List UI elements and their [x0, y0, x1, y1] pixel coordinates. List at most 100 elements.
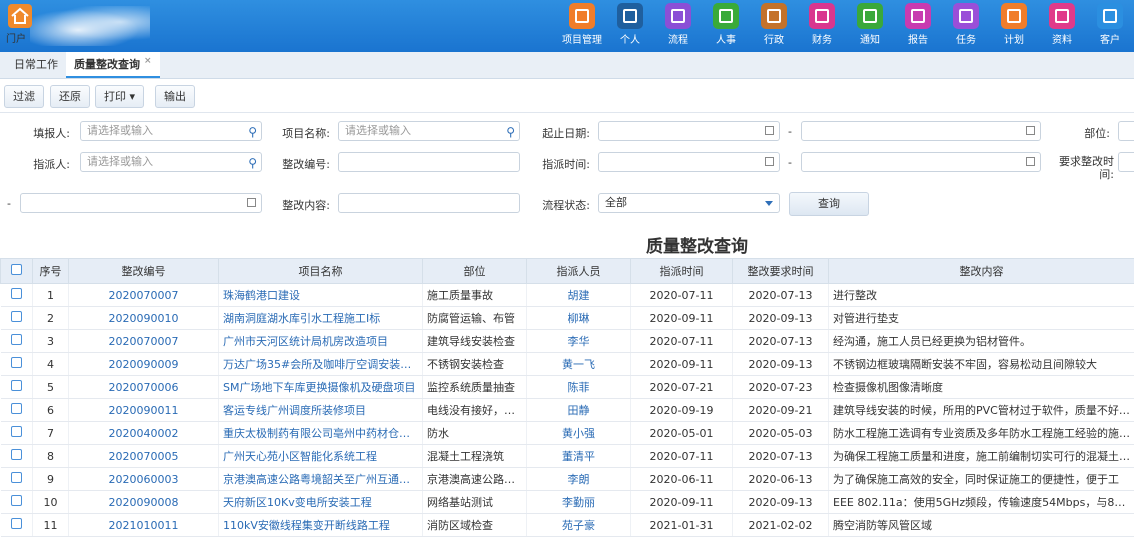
- row-project[interactable]: 天府新区10Kv变电所安装工程: [218, 490, 423, 514]
- calendar-icon[interactable]: [247, 198, 256, 207]
- filter-button[interactable]: 过滤: [4, 85, 44, 108]
- col-part[interactable]: 部位: [422, 258, 527, 284]
- end-date-input[interactable]: [801, 121, 1041, 141]
- row-person[interactable]: 苑子豪: [526, 513, 631, 537]
- table-row[interactable]: 7 2020040002 重庆太极制药有限公司亳州中药材仓储物流 防水 黄小强 2020-…: [0, 421, 1134, 445]
- reset-button[interactable]: 还原: [50, 85, 90, 108]
- table-row[interactable]: 8 2020070005 广州天心苑小区智能化系统工程 混凝土工程浇筑 董清平 2020-…: [0, 444, 1134, 468]
- tab-daily-work[interactable]: 日常工作: [6, 52, 66, 78]
- row-select[interactable]: [0, 444, 33, 468]
- row-code[interactable]: 2020070007: [68, 283, 219, 307]
- nav-item-0[interactable]: 项目管理: [558, 3, 606, 49]
- checkbox[interactable]: [10, 380, 22, 391]
- assign-start-input[interactable]: [598, 152, 780, 172]
- checkbox[interactable]: [10, 288, 22, 299]
- row-select[interactable]: [0, 421, 33, 445]
- nav-item-6[interactable]: 通知: [846, 3, 894, 49]
- row-code[interactable]: 2020090011: [68, 398, 219, 422]
- search-icon[interactable]: ⚲: [248, 154, 257, 172]
- row-select[interactable]: [0, 283, 33, 307]
- checkbox[interactable]: [11, 264, 22, 275]
- nav-item-10[interactable]: 资料: [1038, 3, 1086, 49]
- home-portal-button[interactable]: 门户: [6, 4, 34, 48]
- col-project[interactable]: 项目名称: [218, 258, 423, 284]
- row-person[interactable]: 黄小强: [526, 421, 631, 445]
- table-row[interactable]: 3 2020070007 广州市天河区统计局机房改造项目 建筑导线安装检查 李华 2020…: [0, 329, 1134, 353]
- row-code[interactable]: 2020070005: [68, 444, 219, 468]
- row-select[interactable]: [0, 375, 33, 399]
- row-project[interactable]: 万达广场35#会所及咖啡厅空调安装工程: [218, 352, 423, 376]
- reporter-input[interactable]: 请选择或输入 ⚲: [80, 121, 262, 141]
- row-person[interactable]: 董清平: [526, 444, 631, 468]
- tab-quality-rectification[interactable]: 质量整改查询 ×: [66, 52, 160, 78]
- nav-item-8[interactable]: 任务: [942, 3, 990, 49]
- row-project[interactable]: 京港澳高速公路粤境韶关至广州互通路面改: [218, 467, 423, 491]
- row-person[interactable]: 李华: [526, 329, 631, 353]
- row-select[interactable]: [0, 329, 33, 353]
- table-row[interactable]: 1 2020070007 珠海鹤港口建设 施工质量事故 胡建 2020-07-11 2020…: [0, 283, 1134, 307]
- row-code[interactable]: 2020070006: [68, 375, 219, 399]
- checkbox[interactable]: [10, 518, 22, 529]
- row-person[interactable]: 李朗: [526, 467, 631, 491]
- row-project[interactable]: SM广场地下车库更换摄像机及硬盘项目: [218, 375, 423, 399]
- nav-item-7[interactable]: 报告: [894, 3, 942, 49]
- checkbox[interactable]: [10, 495, 22, 506]
- row-code[interactable]: 2020090009: [68, 352, 219, 376]
- row-project[interactable]: 广州市天河区统计局机房改造项目: [218, 329, 423, 353]
- query-button[interactable]: 查询: [789, 192, 869, 216]
- col-code[interactable]: 整改编号: [68, 258, 219, 284]
- nav-item-5[interactable]: 财务: [798, 3, 846, 49]
- row-code[interactable]: 2020060003: [68, 467, 219, 491]
- row-code[interactable]: 2020090008: [68, 490, 219, 514]
- table-row[interactable]: 6 2020090011 客运专线广州调度所装修项目 电线没有接好，… 田静 2020-0…: [0, 398, 1134, 422]
- row-person[interactable]: 黄一飞: [526, 352, 631, 376]
- row-select[interactable]: [0, 467, 33, 491]
- required-end-input[interactable]: [20, 193, 262, 213]
- code-input[interactable]: [338, 152, 520, 172]
- checkbox[interactable]: [10, 334, 22, 345]
- checkbox[interactable]: [10, 311, 22, 322]
- row-project[interactable]: 湖南洞庭湖水库引水工程施工I标: [218, 306, 423, 330]
- checkbox[interactable]: [10, 472, 22, 483]
- search-icon[interactable]: ⚲: [506, 123, 515, 141]
- row-code[interactable]: 2020070007: [68, 329, 219, 353]
- row-code[interactable]: 2020090010: [68, 306, 219, 330]
- col-content[interactable]: 整改内容: [828, 258, 1134, 284]
- nav-item-11[interactable]: 客户: [1086, 3, 1134, 49]
- select-all-header[interactable]: [0, 258, 33, 284]
- table-row[interactable]: 9 2020060003 京港澳高速公路粤境韶关至广州互通路面改 京港澳高速公路… 李朗…: [0, 467, 1134, 491]
- calendar-icon[interactable]: [765, 157, 774, 166]
- assign-end-input[interactable]: [801, 152, 1041, 172]
- row-select[interactable]: [0, 306, 33, 330]
- row-project[interactable]: 110kV安徽线程集变开断线路工程: [218, 513, 423, 537]
- row-select[interactable]: [0, 398, 33, 422]
- nav-item-9[interactable]: 计划: [990, 3, 1038, 49]
- nav-item-3[interactable]: 人事: [702, 3, 750, 49]
- checkbox[interactable]: [10, 357, 22, 368]
- assigner-input[interactable]: 请选择或输入 ⚲: [80, 152, 262, 172]
- project-input[interactable]: 请选择或输入 ⚲: [338, 121, 520, 141]
- dept-input[interactable]: [1118, 121, 1134, 141]
- table-row[interactable]: 2 2020090010 湖南洞庭湖水库引水工程施工I标 防腐管运输、布管 柳琳 2020…: [0, 306, 1134, 330]
- table-row[interactable]: 10 2020090008 天府新区10Kv变电所安装工程 网络基站测试 李勤丽 2020…: [0, 490, 1134, 514]
- row-select[interactable]: [0, 352, 33, 376]
- row-project[interactable]: 客运专线广州调度所装修项目: [218, 398, 423, 422]
- row-person[interactable]: 李勤丽: [526, 490, 631, 514]
- col-no[interactable]: 序号: [32, 258, 69, 284]
- row-code[interactable]: 2021010011: [68, 513, 219, 537]
- status-select[interactable]: 全部: [598, 193, 780, 213]
- row-person[interactable]: 田静: [526, 398, 631, 422]
- close-icon[interactable]: ×: [144, 56, 152, 66]
- checkbox[interactable]: [10, 449, 22, 460]
- checkbox[interactable]: [10, 403, 22, 414]
- table-row[interactable]: 11 2021010011 110kV安徽线程集变开断线路工程 消防区域检查 苑子豪 20…: [0, 513, 1134, 537]
- print-button[interactable]: 打印 ▾: [95, 85, 145, 108]
- required-time-input[interactable]: [1118, 152, 1134, 172]
- nav-item-2[interactable]: 流程: [654, 3, 702, 49]
- content-input[interactable]: [338, 193, 520, 213]
- nav-item-1[interactable]: 个人: [606, 3, 654, 49]
- row-project[interactable]: 广州天心苑小区智能化系统工程: [218, 444, 423, 468]
- row-select[interactable]: [0, 490, 33, 514]
- row-person[interactable]: 胡建: [526, 283, 631, 307]
- export-button[interactable]: 输出: [155, 85, 195, 108]
